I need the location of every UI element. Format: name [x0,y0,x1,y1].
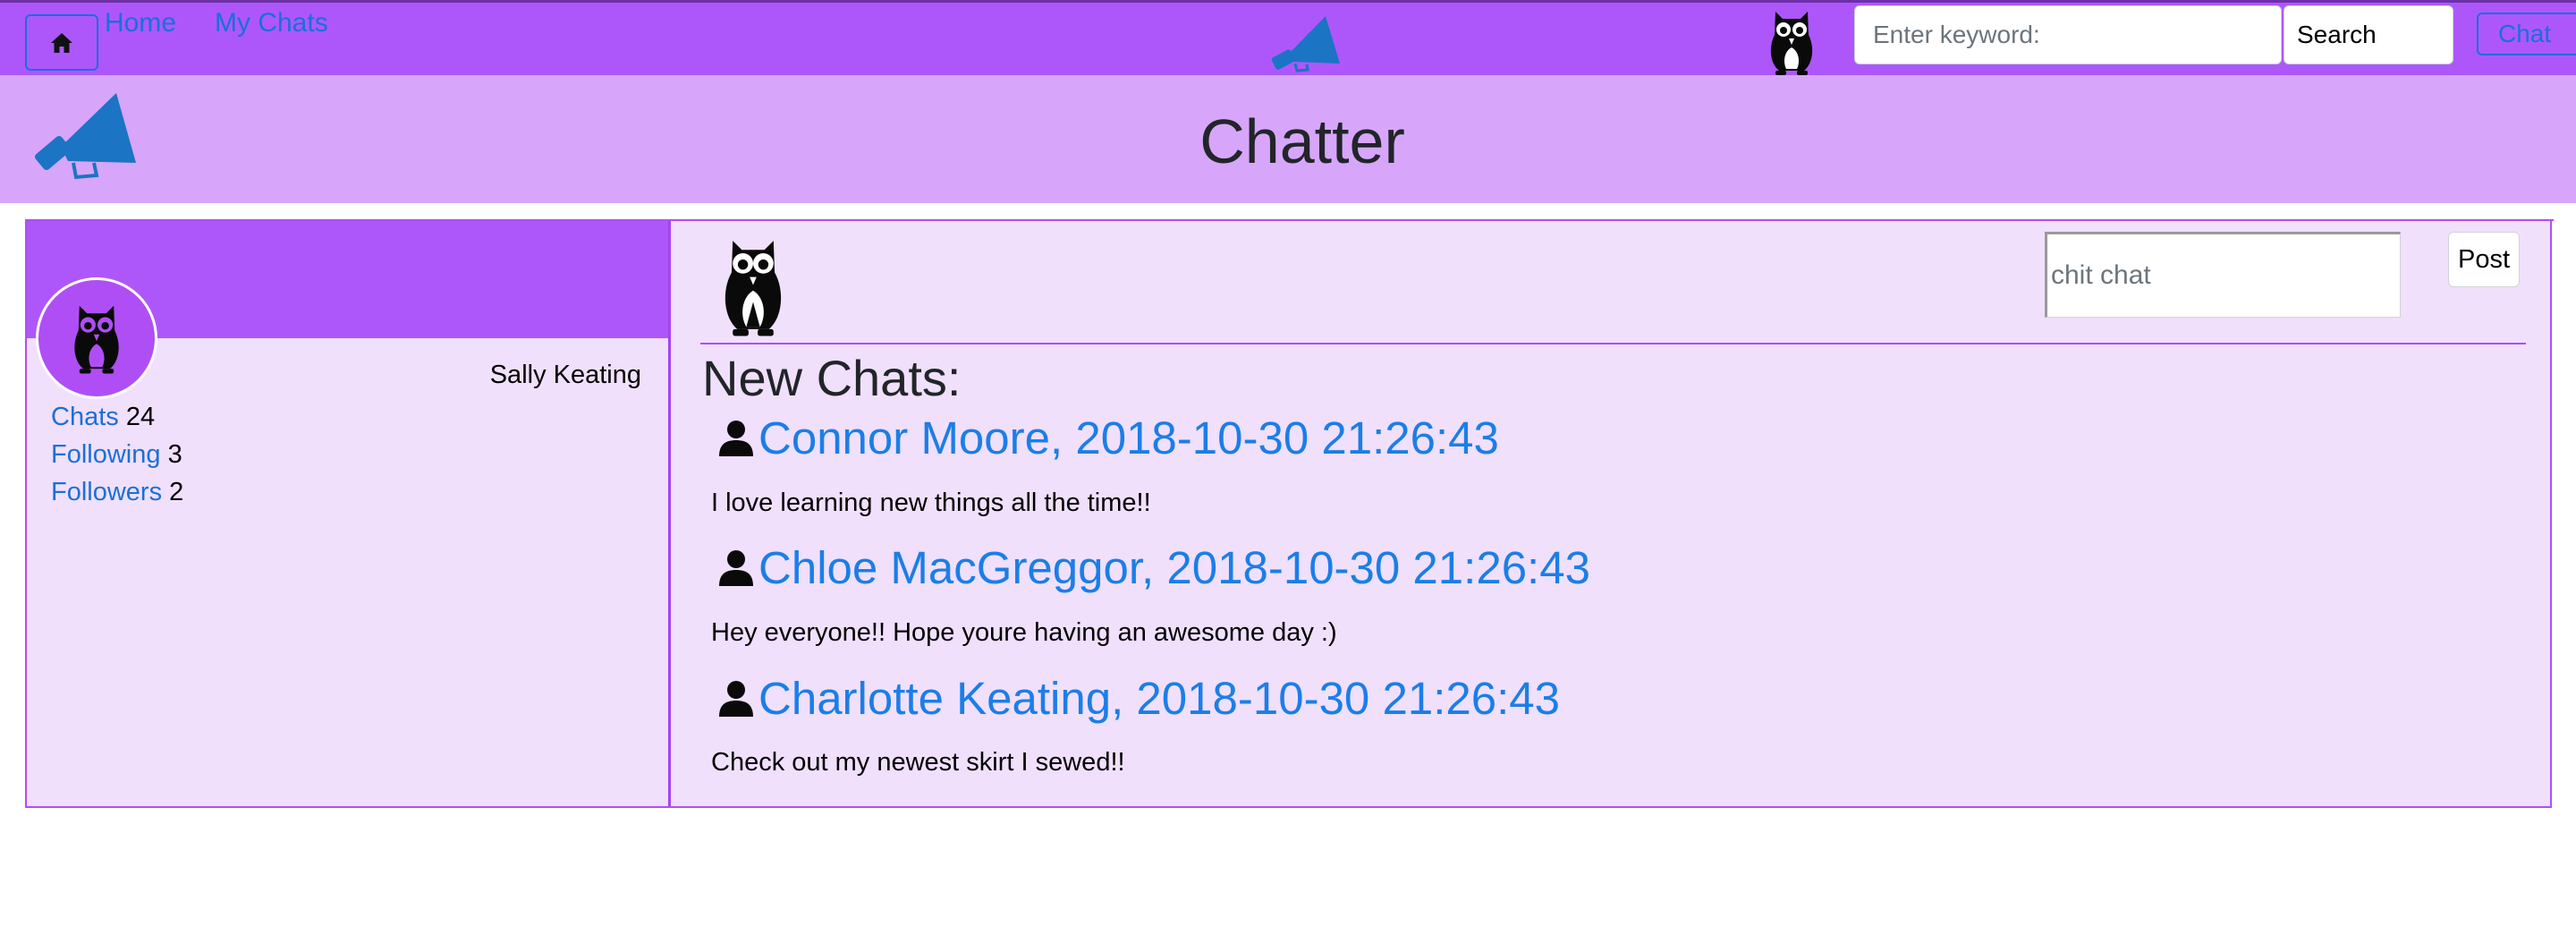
chat-item-header: Chloe MacGreggor, 2018-10-30 21:26:43 [719,541,1590,594]
avatar[interactable] [36,277,157,399]
person-icon [719,420,753,456]
stat-following: Following 3 [51,440,182,470]
stat-chats-count: 24 [125,403,156,431]
stat-following-count: 3 [167,440,182,469]
stat-chats-link[interactable]: Chats [51,403,119,431]
stat-followers-link[interactable]: Followers [51,478,162,506]
feed-heading: New Chats: [702,350,962,406]
chat-compose-input[interactable] [2045,232,2401,318]
chat-author-link[interactable]: Connor Moore, 2018-10-30 21:26:43 [758,412,1499,464]
chat-item-header: Charlotte Keating, 2018-10-30 21:26:43 [719,672,1560,725]
chat-author-link[interactable]: Chloe MacGreggor, 2018-10-30 21:26:43 [758,541,1590,594]
page-title: Chatter [1199,106,1405,176]
owl-icon [724,241,782,336]
stat-followers: Followers 2 [51,478,183,507]
top-navbar: Home My Chats Search Chat [0,0,2576,75]
home-icon [51,32,72,53]
person-icon [719,680,753,717]
nav-link-home[interactable]: Home [105,8,176,38]
main-panel: Sally Keating Chats 24 Following 3 Follo… [25,219,2554,808]
nav-link-my-chats[interactable]: My Chats [215,8,328,38]
feed-divider [700,343,2526,344]
megaphone-icon [1271,16,1340,72]
chat-message: Hey everyone!! Hope youre having an awes… [711,618,1337,647]
home-button[interactable] [25,14,98,71]
header-banner: Chatter [0,75,2576,203]
profile-name: Sally Keating [489,361,641,389]
stat-following-link[interactable]: Following [51,440,161,469]
post-button[interactable]: Post [2448,232,2520,287]
person-icon [719,549,753,586]
chat-author-link[interactable]: Charlotte Keating, 2018-10-30 21:26:43 [758,672,1560,725]
chat-message: Check out my newest skirt I sewed!! [711,748,1125,777]
owl-icon [74,305,119,374]
stat-followers-count: 2 [169,478,184,506]
search-input[interactable] [1854,5,2282,64]
stat-chats: Chats 24 [51,403,155,432]
search-button[interactable]: Search [2284,5,2453,64]
profile-card: Sally Keating Chats 24 Following 3 Follo… [27,221,671,806]
owl-icon [1770,12,1813,75]
feed-top-border [696,219,2554,221]
chat-button[interactable]: Chat [2477,13,2576,55]
chat-message: I love learning new things all the time!… [711,489,1151,517]
chat-item-header: Connor Moore, 2018-10-30 21:26:43 [719,412,1499,464]
